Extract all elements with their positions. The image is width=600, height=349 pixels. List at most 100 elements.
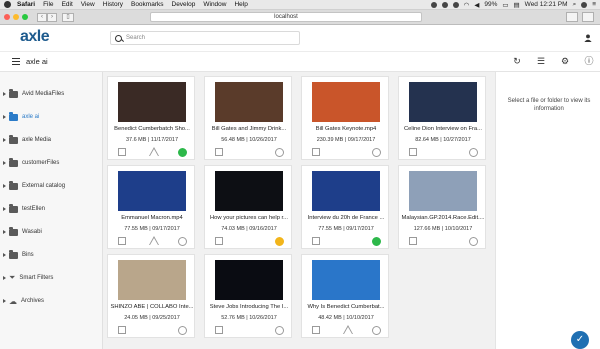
sidebar-item-customerfiles[interactable]: customerFiles [3,157,59,169]
status-indicator[interactable] [372,148,381,157]
flag-icon[interactable]: ▤ [514,1,520,9]
sidebar-item-bins[interactable]: Bins [3,249,34,261]
media-card[interactable]: SHINZO ABE | COLLABO Inte... 24.05 MB | 0… [107,254,195,338]
media-card[interactable]: Malaysian.GP.2014.Race.Edit.... 127.66 MB… [398,165,486,249]
close-window-icon[interactable] [4,14,10,20]
check-icon[interactable]: ✓ [571,331,589,349]
video-thumbnail[interactable] [312,82,380,122]
select-checkbox[interactable] [409,148,417,156]
menu-edit[interactable]: Edit [62,1,73,8]
media-card[interactable]: Why Is Benedict Cumberbat... 48.42 MB | 1… [301,254,389,338]
select-checkbox[interactable] [118,148,126,156]
select-checkbox[interactable] [118,326,126,334]
notification-icon[interactable]: ≡ [592,1,596,8]
sidebar-item-axle-ai[interactable]: axle ai [3,111,39,123]
menu-icon[interactable] [12,58,20,65]
sidebar-item-archives[interactable]: ☁ Archives [3,295,44,307]
status-icon[interactable] [441,1,448,8]
video-thumbnail[interactable] [118,260,186,300]
expand-arrow-icon[interactable] [3,253,6,257]
search-box[interactable]: Search [110,31,300,45]
gear-icon[interactable]: ⚙ [560,56,570,66]
axle-logo[interactable]: axle [20,28,50,46]
refresh-icon[interactable]: ↻ [512,56,522,66]
select-checkbox[interactable] [409,237,417,245]
expand-arrow-icon[interactable] [3,299,6,303]
menu-help[interactable]: Help [234,1,247,8]
media-card[interactable]: Steve Jobs Introducing The I... 52.76 MB … [204,254,292,338]
video-thumbnail[interactable] [215,260,283,300]
tabs-icon[interactable] [582,12,594,22]
media-card[interactable]: Benedict Cumberbatch Sho... 37.6 MB | 11/… [107,76,195,160]
select-checkbox[interactable] [312,148,320,156]
user-icon[interactable] [584,34,592,42]
video-thumbnail[interactable] [312,260,380,300]
video-thumbnail[interactable] [215,82,283,122]
status-indicator[interactable] [275,326,284,335]
video-thumbnail[interactable] [409,82,477,122]
info-icon[interactable]: ⓘ [584,56,594,66]
menu-app[interactable]: Safari [17,1,35,8]
select-checkbox[interactable] [215,326,223,334]
sidebar-item-axle-media[interactable]: axle Media [3,134,51,146]
address-bar[interactable]: localhost [150,12,422,22]
minimize-window-icon[interactable] [13,14,19,20]
expand-arrow-icon[interactable] [3,138,6,142]
select-checkbox[interactable] [215,237,223,245]
sidebar-toggle-icon[interactable]: ▯ [62,12,74,22]
media-card[interactable]: How your pictures can help r... 74.03 MB … [204,165,292,249]
sidebar-item-smart-filters[interactable]: ⏷ Smart Filters [3,272,53,284]
menu-develop[interactable]: Develop [172,1,196,8]
status-indicator[interactable] [469,148,478,157]
wifi-icon[interactable]: ◠ [464,1,470,9]
status-indicator[interactable] [275,148,284,157]
siri-icon[interactable] [581,1,588,8]
expand-arrow-icon[interactable] [3,184,6,188]
share-icon[interactable] [566,12,578,22]
battery-icon[interactable]: ▭ [502,1,508,9]
spotlight-icon[interactable]: ⌕ [573,1,577,9]
media-card[interactable]: Emmanuel Macron.mp4 77.55 MB | 09/17/2017 [107,165,195,249]
list-view-icon[interactable]: ☰ [536,56,546,66]
media-card[interactable]: Bill Gates Keynote.mp4 230.39 MB | 09/17/… [301,76,389,160]
sidebar-item-external-catalog[interactable]: External catalog [3,180,65,192]
menu-history[interactable]: History [103,1,123,8]
status-indicator[interactable] [178,326,187,335]
video-thumbnail[interactable] [409,171,477,211]
video-thumbnail[interactable] [118,82,186,122]
back-icon[interactable]: ‹ [37,12,47,22]
expand-arrow-icon[interactable] [3,207,6,211]
expand-arrow-icon[interactable] [3,92,6,96]
menu-view[interactable]: View [81,1,95,8]
status-indicator[interactable] [178,237,187,246]
sidebar-item-wasabi[interactable]: Wasabi [3,226,42,238]
menu-window[interactable]: Window [203,1,226,8]
status-icon[interactable] [430,1,437,8]
select-checkbox[interactable] [312,326,320,334]
video-thumbnail[interactable] [312,171,380,211]
status-indicator[interactable] [469,237,478,246]
video-thumbnail[interactable] [118,171,186,211]
status-icon[interactable] [452,1,459,8]
media-card[interactable]: Bill Gates and Jimmy Drink... 56.48 MB | … [204,76,292,160]
expand-arrow-icon[interactable] [3,230,6,234]
expand-arrow-icon[interactable] [3,276,6,280]
sidebar-item-avid-mediafiles[interactable]: Avid MediaFiles [3,88,64,100]
expand-arrow-icon[interactable] [3,115,6,119]
status-indicator[interactable] [372,237,381,246]
media-card[interactable]: Interview du 20h de France ... 77.55 MB |… [301,165,389,249]
menu-file[interactable]: File [43,1,53,8]
menu-bookmarks[interactable]: Bookmarks [131,1,164,8]
status-indicator[interactable] [178,148,187,157]
clock[interactable]: Wed 12:21 PM [525,1,568,8]
select-checkbox[interactable] [215,148,223,156]
search-input[interactable]: Search [126,35,145,41]
media-card[interactable]: Celine Dion Interview on Fra... 82.64 MB … [398,76,486,160]
volume-icon[interactable]: ◀ [474,1,479,9]
apple-icon[interactable] [4,1,11,8]
expand-arrow-icon[interactable] [3,161,6,165]
zoom-window-icon[interactable] [22,14,28,20]
video-thumbnail[interactable] [215,171,283,211]
status-indicator[interactable] [372,326,381,335]
sidebar-item-testellen[interactable]: testEllen [3,203,45,215]
